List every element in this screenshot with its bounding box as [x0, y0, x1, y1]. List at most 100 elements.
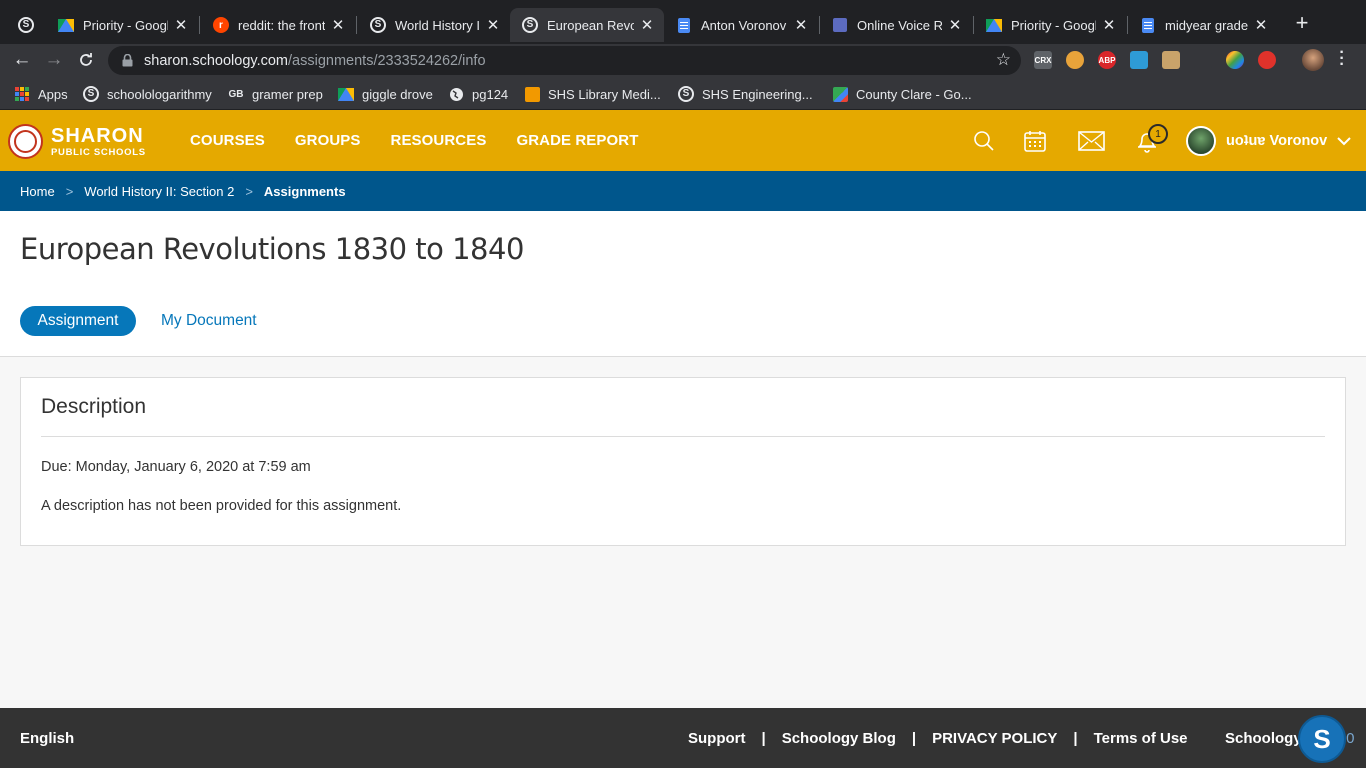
nav-resources[interactable]: RESOURCES — [391, 132, 487, 149]
browser-menu-icon[interactable]: · · · — [1336, 45, 1348, 73]
bookmark-label: SHS Library Medi... — [548, 86, 661, 102]
browser-tab-title: Priority - Google — [83, 17, 168, 33]
close-icon[interactable]: ✕ — [640, 16, 654, 34]
close-icon[interactable]: ✕ — [174, 16, 188, 34]
reload-icon[interactable] — [74, 48, 98, 72]
mail-icon[interactable] — [1077, 128, 1105, 154]
nav-courses[interactable]: COURSES — [190, 132, 265, 149]
browser-tab-title: reddit: the front — [238, 17, 325, 33]
nav-groups[interactable]: GROUPS — [295, 132, 361, 149]
docs-icon — [1140, 17, 1156, 33]
footer-links: Support | Schoology Blog | PRIVACY POLIC… — [688, 730, 1188, 747]
close-icon[interactable]: ✕ — [486, 16, 500, 34]
checkmark-extension-icon[interactable] — [1130, 51, 1148, 69]
bookmark-shs-engineering[interactable]: S SHS Engineering... — [678, 85, 813, 103]
bookmark-label: gramer prep — [252, 86, 323, 102]
bookmark-label: schoolologarithmy — [107, 86, 212, 102]
browser-tab-title: World History II: — [395, 17, 480, 33]
footer-link-terms[interactable]: Terms of Use — [1094, 730, 1188, 747]
schoology-icon: S — [522, 17, 538, 33]
bookmark-schoolologarithmy[interactable]: S schoolologarithmy — [83, 85, 212, 103]
tab-divider — [356, 16, 357, 34]
schoology-icon: S — [83, 86, 99, 102]
card-divider — [41, 436, 1325, 437]
browser-tab[interactable]: midyear grades ✕ — [1128, 8, 1278, 42]
user-avatar[interactable] — [1186, 126, 1216, 156]
crx-extension-icon[interactable]: CRX — [1034, 51, 1052, 69]
tab-divider — [199, 16, 200, 34]
schoology-help-bubble[interactable]: S — [1298, 715, 1346, 763]
browser-tab[interactable]: r reddit: the front ✕ — [201, 8, 355, 42]
footer-link-blog[interactable]: Schoology Blog — [782, 730, 896, 747]
url-host: sharon.schoology.com — [144, 52, 289, 69]
tab-assignment[interactable]: Assignment — [20, 306, 136, 336]
apps-grid-icon — [14, 86, 30, 102]
nav-grade-report[interactable]: GRADE REPORT — [516, 132, 638, 149]
profile-avatar-icon[interactable] — [1302, 49, 1324, 71]
forward-arrow-icon[interactable]: → — [42, 48, 66, 72]
browser-tab[interactable]: Priority - Google ✕ — [46, 8, 198, 42]
color-extension-icon[interactable] — [1226, 51, 1244, 69]
bookmark-giggle-drove[interactable]: giggle drove — [338, 85, 433, 103]
browser-tab[interactable]: Anton Voronov - ✕ — [664, 8, 818, 42]
site-footer: English Support | Schoology Blog | PRIVA… — [0, 708, 1366, 768]
notification-badge[interactable]: 1 — [1148, 124, 1168, 144]
owl-extension-icon[interactable] — [1066, 51, 1084, 69]
footer-separator: | — [761, 730, 766, 747]
box-extension-icon[interactable] — [1162, 51, 1180, 69]
url-text: sharon.schoology.com/assignments/2333524… — [144, 53, 486, 69]
footer-link-privacy[interactable]: PRIVACY POLICY — [932, 730, 1057, 747]
logo-line1: SHARON — [51, 124, 144, 147]
close-icon[interactable]: ✕ — [948, 16, 962, 34]
bookmark-pg124[interactable]: pg124 — [448, 85, 508, 103]
browser-tab-title: midyear grades — [1165, 17, 1248, 33]
calendar-icon[interactable] — [1022, 128, 1048, 154]
drive-icon — [58, 17, 74, 33]
bookmark-gramer-prep[interactable]: GB gramer prep — [228, 85, 323, 103]
language-selector[interactable]: English — [20, 730, 74, 747]
bookmark-apps[interactable]: Apps — [14, 85, 68, 103]
lock-icon — [120, 54, 134, 68]
tab-my-document[interactable]: My Document — [161, 312, 257, 330]
bookmark-label: SHS Engineering... — [702, 86, 813, 102]
card-heading: Description — [41, 395, 147, 418]
back-arrow-icon[interactable]: ← — [10, 48, 34, 72]
bookmark-shs-library[interactable]: SHS Library Medi... — [524, 85, 661, 103]
extension-label: CRX — [1034, 55, 1052, 65]
bookmark-star-icon[interactable]: ☆ — [996, 50, 1011, 70]
breadcrumb-current[interactable]: Assignments — [264, 184, 346, 199]
footer-link-support[interactable]: Support — [688, 730, 746, 747]
close-icon[interactable]: ✕ — [1102, 16, 1116, 34]
browser-tab[interactable]: S World History II: ✕ — [358, 8, 510, 42]
logo-line2: PUBLIC SCHOOLS — [51, 146, 146, 158]
globe-icon — [448, 86, 464, 102]
search-icon[interactable] — [971, 128, 997, 154]
browser-tab-pinned[interactable]: S — [8, 8, 44, 42]
browser-toolbar: ← → sharon.schoology.com/assignments/233… — [0, 44, 1366, 77]
bookmark-label: pg124 — [472, 86, 509, 102]
main-nav: COURSES GROUPS RESOURCES GRADE REPORT — [190, 132, 668, 149]
close-icon[interactable]: ✕ — [331, 16, 345, 34]
breadcrumb-course[interactable]: World History II: Section 2 — [84, 184, 234, 199]
user-name[interactable]: uoʇuɐ Voronov — [1226, 133, 1327, 149]
chevron-down-icon[interactable] — [1336, 133, 1352, 149]
extension-icon[interactable] — [1194, 51, 1212, 69]
breadcrumb-home[interactable]: Home — [20, 184, 55, 199]
new-tab-plus-icon[interactable]: + — [1291, 12, 1313, 34]
library-icon — [524, 86, 540, 102]
schoology-icon: S — [678, 86, 694, 102]
bookmark-county-clare[interactable]: County Clare - Go... — [832, 85, 972, 103]
browser-tab-active[interactable]: S European Revolu ✕ — [510, 8, 664, 42]
close-icon[interactable]: ✕ — [794, 16, 808, 34]
voice-recorder-icon — [832, 17, 848, 33]
browser-tab[interactable]: Online Voice Re ✕ — [820, 8, 972, 42]
footer-separator: | — [911, 730, 917, 747]
close-icon[interactable]: ✕ — [1254, 16, 1268, 34]
breadcrumb: Home > World History II: Section 2 > Ass… — [0, 171, 1366, 211]
bookmarks-bar: Apps S schoolologarithmy GB gramer prep … — [0, 77, 1366, 110]
school-logo[interactable]: SHARON PUBLIC SCHOOLS — [8, 124, 146, 159]
browser-tab[interactable]: Priority - Google ✕ — [974, 8, 1126, 42]
address-bar[interactable]: sharon.schoology.com/assignments/2333524… — [108, 46, 1021, 75]
adblock-plus-icon[interactable]: ABP — [1098, 51, 1116, 69]
red-extension-icon[interactable] — [1258, 51, 1276, 69]
